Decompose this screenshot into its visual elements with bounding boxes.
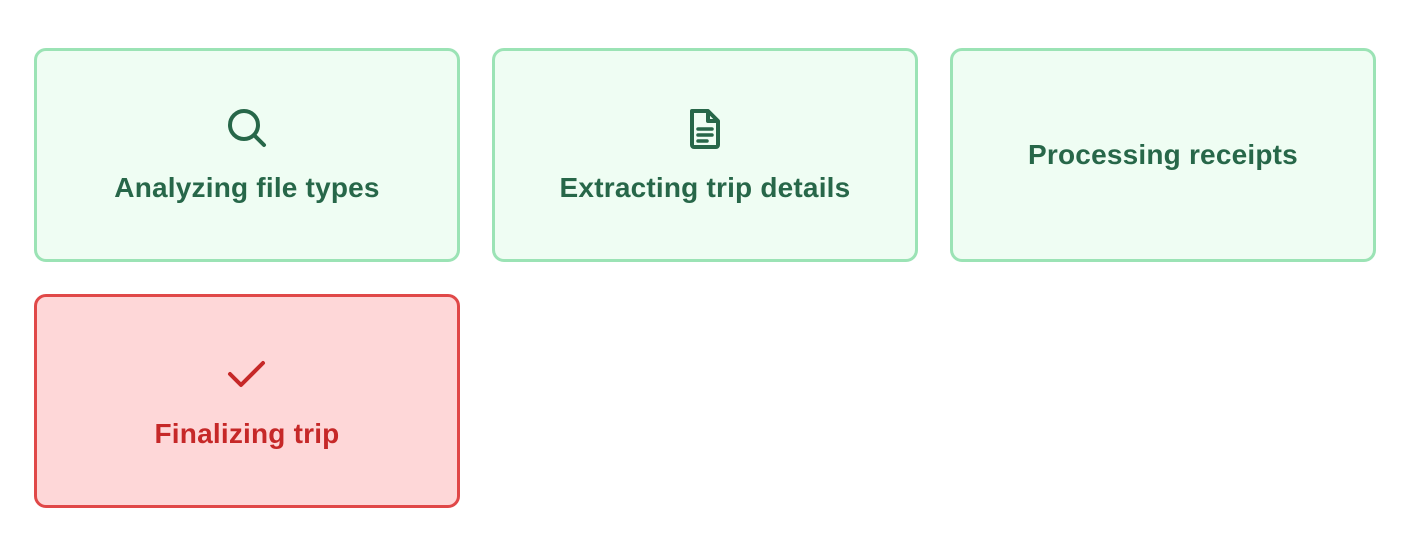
search-icon [225,106,269,150]
step-label: Processing receipts [1028,139,1298,170]
step-card-finalizing: Finalizing trip [34,294,460,508]
step-card-extracting: Extracting trip details [492,48,918,262]
step-card-processing: Processing receipts [950,48,1376,262]
check-icon [225,352,269,396]
step-label: Extracting trip details [559,172,851,203]
step-label: Finalizing trip [154,418,340,449]
progress-steps-grid: Analyzing file types Extracting trip det… [34,48,1377,508]
document-icon [683,106,727,150]
step-card-analyzing: Analyzing file types [34,48,460,262]
step-label: Analyzing file types [114,172,380,203]
